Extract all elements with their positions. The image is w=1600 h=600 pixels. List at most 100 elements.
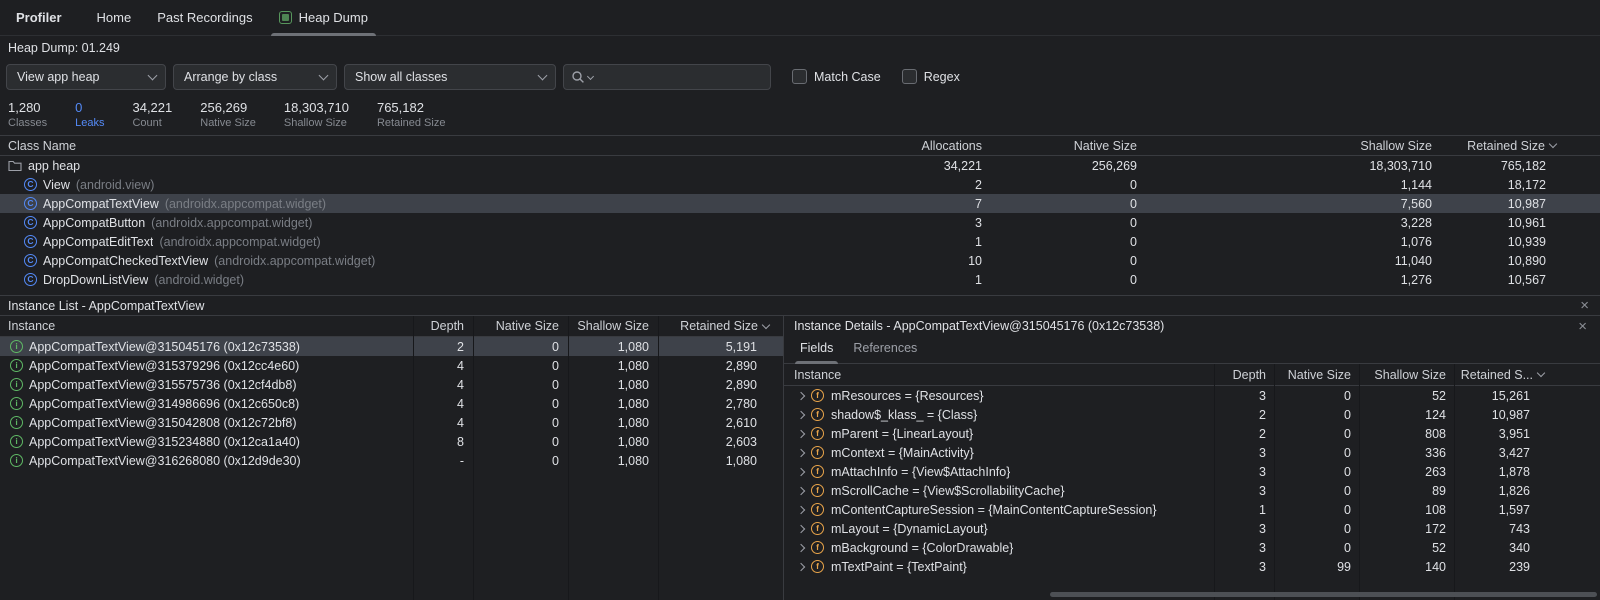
allocations-cell: 34,221: [830, 159, 990, 173]
tab-references[interactable]: References: [845, 341, 925, 363]
header-retained-size[interactable]: Retained Size: [1440, 139, 1600, 153]
app-title: Profiler: [0, 0, 84, 35]
instance-row[interactable]: AppCompatTextView@316268080 (0x12d9de30)…: [0, 451, 783, 470]
fields-table-header: Instance Depth Native Size Shallow Size …: [784, 364, 1600, 386]
field-row[interactable]: mBackground = {ColorDrawable} 3 0 52 340: [784, 538, 1600, 557]
horizontal-scrollbar[interactable]: [1050, 592, 1597, 597]
header-class-name[interactable]: Class Name: [0, 139, 830, 153]
instance-row[interactable]: AppCompatTextView@315234880 (0x12ca1a40)…: [0, 432, 783, 451]
expand-chevron-icon[interactable]: [797, 486, 805, 494]
class-row[interactable]: View (android.view) 2 0 1,144 18,172: [0, 175, 1600, 194]
instance-name-cell: AppCompatTextView@315045176 (0x12c73538): [0, 340, 412, 354]
native-size-cell: 99: [1274, 560, 1359, 574]
class-filter-select[interactable]: Show all classes: [344, 64, 556, 90]
retained-size-cell: 2,610: [657, 416, 783, 430]
heap-scope-select[interactable]: View app heap: [6, 64, 166, 90]
tab-home[interactable]: Home: [84, 0, 145, 35]
header-native-size[interactable]: Native Size: [1274, 368, 1359, 382]
instance-row[interactable]: AppCompatTextView@315575736 (0x12cf4db8)…: [0, 375, 783, 394]
allocations-cell: 1: [830, 273, 990, 287]
header-shallow-size[interactable]: Shallow Size: [1145, 139, 1440, 153]
instance-name-cell: AppCompatTextView@316268080 (0x12d9de30): [0, 454, 412, 468]
tab-heap-dump[interactable]: Heap Dump: [266, 0, 381, 35]
field-icon: [811, 560, 824, 573]
column-divider: [1359, 364, 1360, 600]
header-retained-size[interactable]: Retained Size: [657, 319, 783, 333]
header-instance[interactable]: Instance: [784, 368, 1214, 382]
instance-row[interactable]: AppCompatTextView@315379296 (0x12cc4e60)…: [0, 356, 783, 375]
heap-name-cell: app heap: [0, 159, 830, 173]
header-shallow-size[interactable]: Shallow Size: [1359, 368, 1454, 382]
instance-icon: [10, 359, 23, 372]
close-icon[interactable]: [1575, 319, 1590, 334]
expand-chevron-icon[interactable]: [797, 505, 805, 513]
shallow-size-cell: 52: [1359, 541, 1454, 555]
summary-stat: 0 Leaks: [75, 100, 104, 129]
depth-cell: 3: [1214, 560, 1274, 574]
instance-name-cell: AppCompatTextView@315575736 (0x12cf4db8): [0, 378, 412, 392]
retained-size-cell: 10,567: [1440, 273, 1600, 287]
header-depth[interactable]: Depth: [412, 319, 472, 333]
heap-row[interactable]: app heap 34,221 256,269 18,303,710 765,1…: [0, 156, 1600, 175]
close-icon[interactable]: [1577, 298, 1592, 313]
field-row[interactable]: mAttachInfo = {View$AttachInfo} 3 0 263 …: [784, 462, 1600, 481]
expand-chevron-icon[interactable]: [797, 524, 805, 532]
field-label: mParent = {LinearLayout}: [831, 427, 973, 441]
header-native-size[interactable]: Native Size: [472, 319, 567, 333]
class-row[interactable]: AppCompatButton (androidx.appcompat.widg…: [0, 213, 1600, 232]
field-row[interactable]: mContext = {MainActivity} 3 0 336 3,427: [784, 443, 1600, 462]
field-row[interactable]: mContentCaptureSession = {MainContentCap…: [784, 500, 1600, 519]
instance-row[interactable]: AppCompatTextView@315045176 (0x12c73538)…: [0, 337, 783, 356]
column-divider: [1454, 364, 1455, 600]
checkbox-label: Regex: [924, 70, 960, 84]
expand-chevron-icon[interactable]: [797, 543, 805, 551]
instance-row[interactable]: AppCompatTextView@315042808 (0x12c72bf8)…: [0, 413, 783, 432]
instance-row[interactable]: AppCompatTextView@314986696 (0x12c650c8)…: [0, 394, 783, 413]
header-retained-size[interactable]: Retained S...: [1454, 368, 1600, 382]
header-native-size[interactable]: Native Size: [990, 139, 1145, 153]
header-depth[interactable]: Depth: [1214, 368, 1274, 382]
depth-cell: 3: [1214, 484, 1274, 498]
expand-chevron-icon[interactable]: [797, 467, 805, 475]
expand-chevron-icon[interactable]: [797, 391, 805, 399]
field-row[interactable]: mResources = {Resources} 3 0 52 15,261: [784, 386, 1600, 405]
shallow-size-cell: 1,144: [1145, 178, 1440, 192]
class-row[interactable]: AppCompatTextView (androidx.appcompat.wi…: [0, 194, 1600, 213]
header-label: Retained Size: [680, 319, 758, 333]
field-label: mContext = {MainActivity}: [831, 446, 974, 460]
retained-size-cell: 5,191: [657, 340, 783, 354]
field-row[interactable]: mLayout = {DynamicLayout} 3 0 172 743: [784, 519, 1600, 538]
field-row[interactable]: mParent = {LinearLayout} 2 0 808 3,951: [784, 424, 1600, 443]
field-row[interactable]: mScrollCache = {View$ScrollabilityCache}…: [784, 481, 1600, 500]
instance-name-cell: AppCompatTextView@315379296 (0x12cc4e60): [0, 359, 412, 373]
depth-cell: 2: [1214, 427, 1274, 441]
header-shallow-size[interactable]: Shallow Size: [567, 319, 657, 333]
class-package: (androidx.appcompat.widget): [214, 254, 375, 268]
field-row[interactable]: mTextPaint = {TextPaint} 3 99 140 239: [784, 557, 1600, 576]
expand-chevron-icon[interactable]: [797, 562, 805, 570]
search-input[interactable]: [598, 70, 763, 84]
class-row[interactable]: AppCompatCheckedTextView (androidx.appco…: [0, 251, 1600, 270]
match-case-checkbox[interactable]: Match Case: [792, 69, 881, 84]
retained-size-cell: 743: [1454, 522, 1600, 536]
depth-cell: 4: [412, 378, 472, 392]
tab-past-recordings[interactable]: Past Recordings: [144, 0, 265, 35]
expand-chevron-icon[interactable]: [797, 410, 805, 418]
field-row[interactable]: shadow$_klass_ = {Class} 2 0 124 10,987: [784, 405, 1600, 424]
arrangement-select[interactable]: Arrange by class: [173, 64, 337, 90]
class-row[interactable]: AppCompatEditText (androidx.appcompat.wi…: [0, 232, 1600, 251]
tab-fields[interactable]: Fields: [792, 341, 841, 363]
header-allocations[interactable]: Allocations: [830, 139, 990, 153]
class-row[interactable]: DropDownListView (android.widget) 1 0 1,…: [0, 270, 1600, 289]
expand-chevron-icon[interactable]: [797, 448, 805, 456]
retained-size-cell: 1,597: [1454, 503, 1600, 517]
checkbox-icon: [902, 69, 917, 84]
header-instance[interactable]: Instance: [0, 319, 412, 333]
regex-checkbox[interactable]: Regex: [902, 69, 960, 84]
retained-size-cell: 1,826: [1454, 484, 1600, 498]
search-history-chevron-icon[interactable]: [587, 73, 594, 80]
class-package: (androidx.appcompat.widget): [165, 197, 326, 211]
instance-label: AppCompatTextView@314986696 (0x12c650c8): [29, 397, 299, 411]
expand-chevron-icon[interactable]: [797, 429, 805, 437]
allocations-cell: 10: [830, 254, 990, 268]
